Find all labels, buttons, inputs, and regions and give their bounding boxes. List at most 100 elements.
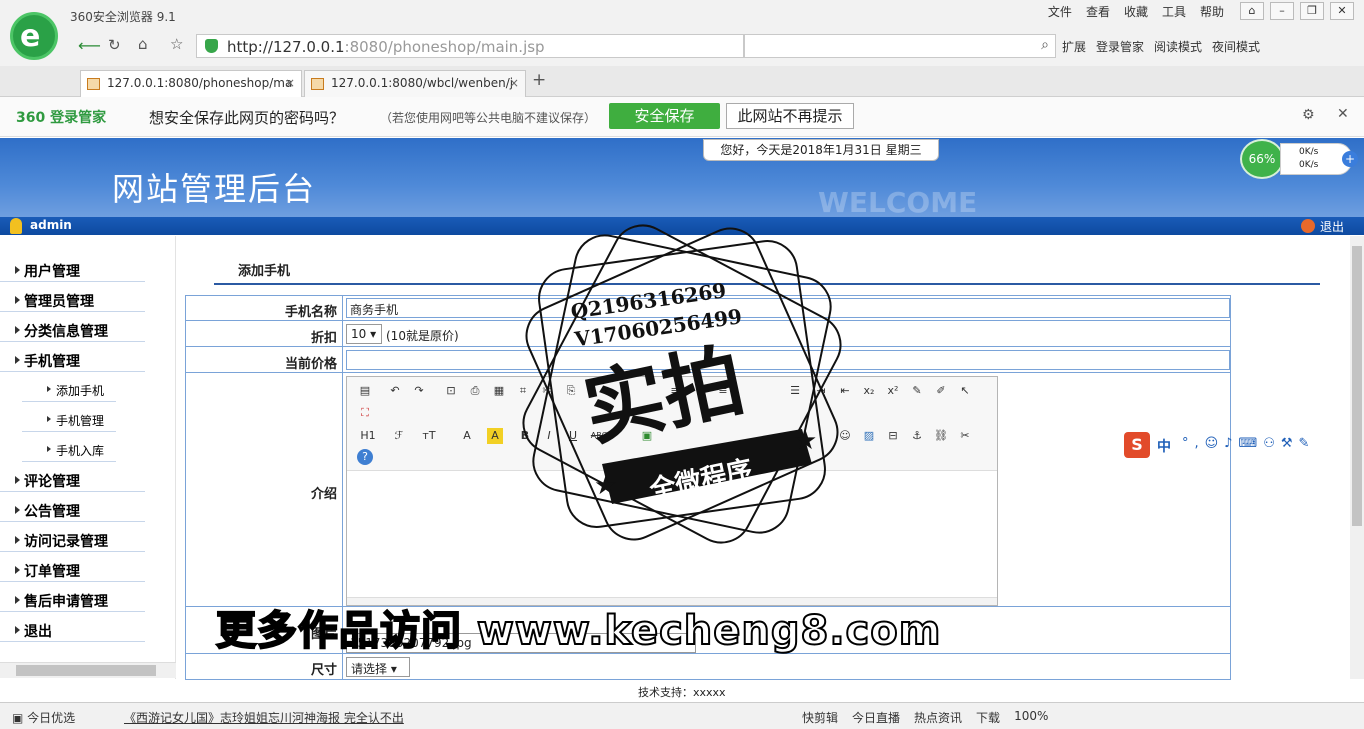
- scrollbar-thumb[interactable]: [16, 665, 156, 676]
- redo-icon[interactable]: ↷: [411, 383, 427, 399]
- menu-view[interactable]: 查看: [1086, 3, 1110, 20]
- never-remind-button[interactable]: 此网站不再提示: [726, 103, 854, 129]
- download-button[interactable]: 下载: [976, 709, 1000, 726]
- list-icon[interactable]: ☰: [787, 383, 803, 399]
- logout-link[interactable]: 退出: [1320, 218, 1344, 235]
- login-manager-button[interactable]: 登录管家: [1096, 38, 1144, 55]
- close-window-button[interactable]: ✕: [1330, 2, 1354, 20]
- font-color-icon[interactable]: A: [459, 428, 475, 444]
- copy-icon[interactable]: ⎘: [563, 383, 579, 399]
- insert-image-icon[interactable]: ▣: [639, 428, 655, 444]
- ime-toolbar[interactable]: S 中 °,☺♪⌨⚇⚒✎: [1124, 432, 1330, 458]
- live-button[interactable]: 今日直播: [852, 709, 900, 726]
- pin-icon[interactable]: ⌂: [1240, 2, 1264, 20]
- sidebar-item-orders[interactable]: 订单管理: [0, 554, 145, 582]
- sidebar-item-categories[interactable]: 分类信息管理: [0, 314, 145, 342]
- sidebar-item-comments[interactable]: 评论管理: [0, 464, 145, 492]
- print-icon[interactable]: ⎙: [467, 383, 483, 399]
- sidebar-sub-add-phone[interactable]: 添加手机: [22, 374, 116, 402]
- smiley-icon[interactable]: ☺: [837, 428, 853, 444]
- url-text[interactable]: http://127.0.0.1:8080/phoneshop/main.jsp: [227, 38, 545, 56]
- indent-icon[interactable]: ⇥: [813, 383, 829, 399]
- sidebar-item-phones[interactable]: 手机管理: [0, 344, 145, 372]
- tab-phoneshop[interactable]: 127.0.0.1:8080/phoneshop/ma ×: [80, 70, 302, 97]
- current-price-input[interactable]: [346, 350, 1230, 370]
- discount-select[interactable]: 10 ▾: [346, 324, 382, 344]
- quick-edit-button[interactable]: 快剪辑: [802, 709, 838, 726]
- close-tab-icon[interactable]: ×: [285, 76, 295, 90]
- align-right-icon[interactable]: ≡: [715, 383, 731, 399]
- scrollbar-thumb[interactable]: [1352, 246, 1362, 526]
- sidebar-item-notices[interactable]: 公告管理: [0, 494, 145, 522]
- image-icon[interactable]: ▨: [861, 428, 877, 444]
- new-tab-button[interactable]: +: [532, 70, 546, 90]
- sidebar-scrollbar[interactable]: [0, 662, 176, 678]
- gear-icon[interactable]: ⚙: [1302, 107, 1315, 123]
- menu-favorites[interactable]: 收藏: [1124, 3, 1148, 20]
- close-icon[interactable]: ✕: [1337, 106, 1349, 122]
- size-select[interactable]: 请选择 ▾: [346, 657, 410, 677]
- night-mode-button[interactable]: 夜间模式: [1212, 38, 1260, 55]
- maximize-button[interactable]: ❐: [1300, 2, 1324, 20]
- power-icon[interactable]: [1301, 219, 1315, 233]
- close-tab-icon[interactable]: ×: [509, 76, 519, 90]
- undo-icon[interactable]: ↶: [387, 383, 403, 399]
- help-icon[interactable]: ?: [357, 449, 373, 465]
- subscript-icon[interactable]: x₂: [861, 383, 877, 399]
- code-icon[interactable]: ⌗: [515, 383, 531, 399]
- extensions-button[interactable]: 扩展: [1062, 38, 1086, 55]
- sogou-logo-icon[interactable]: S: [1124, 432, 1150, 458]
- safe-save-button[interactable]: 安全保存: [609, 103, 720, 129]
- font-size-select[interactable]: тT: [419, 428, 439, 444]
- back-arrow-icon[interactable]: ⟵: [78, 36, 101, 55]
- address-bar[interactable]: http://127.0.0.1:8080/phoneshop/main.jsp: [196, 34, 744, 58]
- underline-button[interactable]: U: [565, 428, 581, 444]
- font-family-select[interactable]: ℱ: [391, 428, 407, 444]
- star-icon[interactable]: ☆: [170, 35, 183, 53]
- network-speed-widget[interactable]: 66% 0K/s 0K/s +: [1240, 139, 1360, 179]
- sidebar-item-aftersale[interactable]: 售后申请管理: [0, 584, 145, 612]
- sidebar-item-users[interactable]: 用户管理: [0, 254, 145, 282]
- select-all-icon[interactable]: ↖: [957, 383, 973, 399]
- table-icon[interactable]: ▦: [787, 428, 803, 444]
- rich-text-editor[interactable]: ▤ ↶ ↷ ⊡ ⎙ ▦ ⌗ ✂ ⎘ ≡ ≡ ☰ ⇥ ⇤ x₂ x² ✎ ✐ ↖ …: [346, 376, 998, 606]
- strikethrough-button[interactable]: ABC: [589, 428, 609, 444]
- sidebar-sub-phone-stock[interactable]: 手机入库: [22, 434, 116, 462]
- template-icon[interactable]: ▦: [491, 383, 507, 399]
- menu-tools[interactable]: 工具: [1162, 3, 1186, 20]
- outdent-icon[interactable]: ⇤: [837, 383, 853, 399]
- source-icon[interactable]: ▤: [357, 383, 373, 399]
- preview-icon[interactable]: ⊡: [443, 383, 459, 399]
- minimize-button[interactable]: –: [1270, 2, 1294, 20]
- phone-name-input[interactable]: 商务手机: [346, 298, 1230, 318]
- highlight-icon[interactable]: A: [487, 428, 503, 444]
- menu-help[interactable]: 帮助: [1200, 3, 1224, 20]
- hot-news-button[interactable]: 热点资讯: [914, 709, 962, 726]
- sidebar-sub-phone-manage[interactable]: 手机管理: [22, 404, 116, 432]
- sidebar-item-admins[interactable]: 管理员管理: [0, 284, 145, 312]
- menu-file[interactable]: 文件: [1048, 3, 1072, 20]
- today-picks[interactable]: ▣ 今日优选: [12, 709, 75, 726]
- fullscreen-icon[interactable]: ⛶: [357, 405, 373, 421]
- news-ticker-link[interactable]: 《西游记女儿国》志玲姐姐忘川河神海报 完全认不出: [124, 709, 404, 726]
- heading-select[interactable]: H1: [357, 428, 379, 444]
- sidebar-item-visits[interactable]: 访问记录管理: [0, 524, 145, 552]
- sidebar-item-logout[interactable]: 退出: [0, 614, 145, 642]
- zoom-level[interactable]: 100%: [1014, 709, 1048, 726]
- anchor-icon[interactable]: ⚓: [909, 428, 925, 444]
- clear-format-icon[interactable]: ✎: [909, 383, 925, 399]
- format-painter-icon[interactable]: ✐: [933, 383, 949, 399]
- page-scrollbar[interactable]: [1350, 236, 1364, 679]
- home-icon[interactable]: ⌂: [138, 35, 148, 53]
- link-icon[interactable]: ⛓: [933, 428, 949, 444]
- unlink-icon[interactable]: ✂: [957, 428, 973, 444]
- reading-mode-button[interactable]: 阅读模式: [1154, 38, 1202, 55]
- italic-button[interactable]: I: [541, 428, 557, 444]
- cut-icon[interactable]: ✂: [539, 383, 555, 399]
- align-left-icon[interactable]: ≡: [667, 383, 683, 399]
- search-icon[interactable]: ⌕: [1041, 37, 1049, 53]
- refresh-icon[interactable]: ↻: [108, 36, 121, 54]
- plus-icon[interactable]: +: [1342, 151, 1358, 167]
- ime-tool-icons[interactable]: °,☺♪⌨⚇⚒✎: [1182, 436, 1315, 451]
- superscript-icon[interactable]: x²: [885, 383, 901, 399]
